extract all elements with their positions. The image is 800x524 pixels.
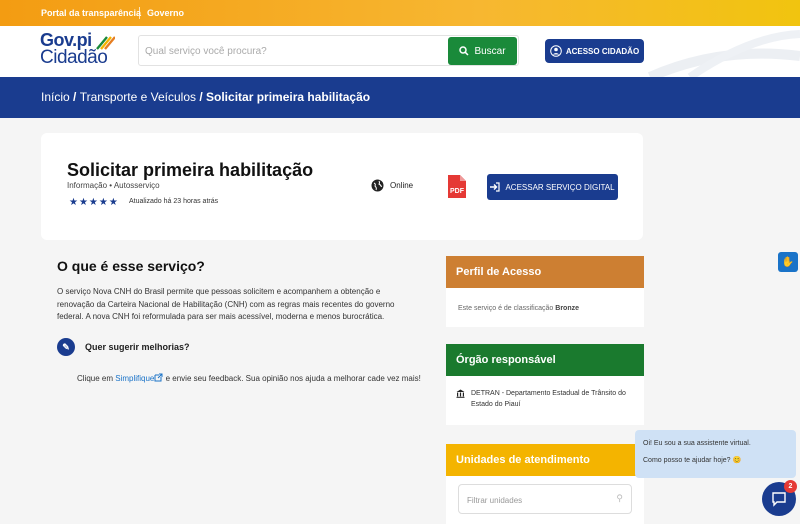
pdf-icon[interactable]: PDF (446, 174, 468, 199)
access-profile-text: Este serviço é de classificação (458, 305, 556, 312)
access-digital-service-label: ACESSAR SERVIÇO DIGITAL (505, 182, 615, 192)
accessibility-sign-language-icon[interactable]: ✋ (778, 252, 798, 272)
chat-line-1: Oi! Eu sou a sua assistente virtual. (643, 440, 751, 447)
suggest-label: Quer sugerir melhorias? (85, 342, 190, 352)
breadcrumb-home[interactable]: Início (41, 90, 70, 104)
access-profile-title: Perfil de Acesso (446, 256, 644, 288)
login-icon (490, 182, 501, 192)
breadcrumb-category[interactable]: Transporte e Veículos (80, 90, 196, 104)
topbar-divider (139, 7, 140, 19)
service-card: Solicitar primeira habilitação Informaçã… (41, 133, 643, 240)
header: Gov.pi Cidadão Buscar ACESSO CIDADÃO (0, 26, 800, 77)
transparency-portal-link[interactable]: Portal da transparência (41, 8, 141, 18)
search-icon (459, 46, 469, 56)
service-description-section: O que é esse serviço? O serviço Nova CNH… (57, 258, 427, 383)
search-button[interactable]: Buscar (448, 37, 517, 65)
filter-units-input[interactable] (467, 492, 607, 508)
service-units-panel: Unidades de atendimento ⚲ (446, 444, 644, 524)
building-icon (456, 389, 465, 398)
breadcrumb: Início / Transporte e Veículos / Solicit… (41, 90, 370, 104)
citizen-access-label: ACESSO CIDADÃO (565, 46, 640, 56)
breadcrumb-current: Solicitar primeira habilitação (206, 90, 371, 104)
chat-icon (772, 492, 786, 507)
service-title: Solicitar primeira habilitação (67, 160, 314, 180)
access-profile-body: Este serviço é de classificação Bronze (446, 288, 644, 329)
feedback-text: Clique em Simplifique e envie seu feedba… (57, 373, 422, 385)
user-icon (550, 45, 562, 57)
header-decoration (647, 30, 800, 77)
breadcrumb-separator: / (196, 90, 207, 104)
suggest-improvements: ✎ Quer sugerir melhorias? (57, 338, 190, 356)
responsible-agency-title: Órgão responsável (446, 344, 644, 376)
breadcrumb-separator: / (69, 90, 80, 104)
search-button-label: Buscar (474, 45, 506, 57)
edit-icon: ✎ (57, 338, 75, 356)
responsible-agency-body: DETRAN - Departamento Estadual de Trânsi… (446, 376, 644, 422)
feedback-pre: Clique em (77, 374, 116, 383)
simplifique-link[interactable]: Simplifique (115, 374, 154, 383)
globe-icon (371, 179, 384, 192)
filter-search-icon: ⚲ (616, 493, 623, 503)
government-link[interactable]: Governo (147, 8, 184, 18)
access-profile-panel: Perfil de Acesso Este serviço é de class… (446, 256, 644, 327)
access-profile-level: Bronze (555, 305, 579, 312)
responsible-agency-panel: Órgão responsável DETRAN - Departamento … (446, 344, 644, 425)
online-indicator: Online (371, 179, 413, 192)
agency-name[interactable]: DETRAN - Departamento Estadual de Trânsi… (471, 388, 634, 410)
access-digital-service-button[interactable]: ACESSAR SERVIÇO DIGITAL (487, 174, 618, 200)
filter-units-box: ⚲ (458, 484, 632, 514)
assistant-chat-bubble[interactable]: Oi! Eu sou a sua assistente virtual. Com… (635, 430, 796, 478)
service-description: O serviço Nova CNH do Brasil permite que… (57, 287, 395, 321)
logo-stripes-icon (96, 36, 115, 50)
rating-stars[interactable]: ★★★★★ (69, 197, 119, 208)
feedback-post: e envie seu feedback. Sua opinião nos aj… (163, 374, 421, 383)
updated-text: Atualizado há 23 horas atrás (129, 198, 219, 205)
service-meta: Informação • Autosserviço (67, 181, 160, 190)
logo-cidadao: Cidadão (40, 47, 108, 68)
service-units-title: Unidades de atendimento (446, 444, 644, 476)
chat-line-2: Como posso te ajudar hoje? 😊 (643, 457, 742, 464)
section-heading: O que é esse serviço? (57, 258, 205, 274)
online-label: Online (390, 181, 414, 190)
chat-notification-badge: 2 (784, 480, 797, 493)
top-bar: Portal da transparência Governo (0, 0, 800, 26)
breadcrumb-bar: Início / Transporte e Veículos / Solicit… (0, 77, 800, 118)
search-input[interactable] (145, 40, 445, 62)
pdf-label: PDF (450, 188, 465, 195)
gov-pi-logo[interactable]: Gov.pi Cidadão (40, 31, 115, 68)
